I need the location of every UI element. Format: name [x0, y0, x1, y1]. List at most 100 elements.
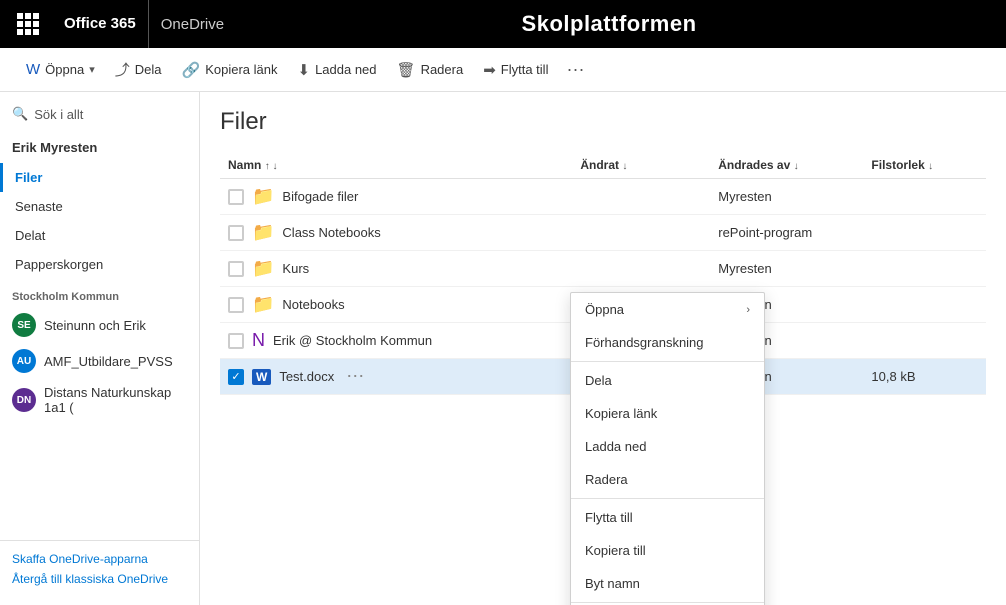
submenu-arrow-icon: ›	[746, 304, 750, 316]
ctx-item-label: Öppna	[585, 302, 624, 317]
ctx-item-label: Byt namn	[585, 576, 640, 591]
table-row[interactable]: 📁 Bifogade filer Myresten	[220, 179, 986, 215]
folder-icon: 📁	[252, 258, 274, 279]
sidebar-user: Erik Myresten	[0, 136, 199, 163]
copy-link-label: Kopiera länk	[205, 62, 277, 77]
row-checkbox[interactable]	[228, 189, 244, 205]
sidebar-item-papperskorgen[interactable]: Papperskorgen	[0, 250, 199, 279]
sidebar-item-senaste[interactable]: Senaste	[0, 192, 199, 221]
app-launcher-button[interactable]	[12, 8, 44, 40]
file-changed-cell	[572, 215, 710, 251]
file-name-label: Bifogade filer	[282, 189, 358, 204]
move-to-label: Flytta till	[501, 62, 549, 77]
col-name[interactable]: Namn ↑ ↓	[220, 152, 572, 179]
sidebar-group-label-0: Steinunn och Erik	[44, 318, 146, 333]
delete-button[interactable]: 🗑 Radera	[387, 57, 474, 83]
context-menu-divider	[571, 361, 764, 362]
context-menu-item-flytta-till[interactable]: Flytta till	[571, 501, 764, 534]
file-name-cell: 📁 Bifogade filer	[220, 179, 572, 215]
row-checkbox[interactable]	[228, 225, 244, 241]
copy-link-button[interactable]: 🔗 Kopiera länk	[172, 57, 288, 83]
col-changed[interactable]: Ändrat ↓	[572, 152, 710, 179]
download-icon: ⬇	[297, 61, 310, 79]
context-menu-item-kopiera-till[interactable]: Kopiera till	[571, 534, 764, 567]
file-size-cell	[863, 251, 986, 287]
main-layout: 🔍 Sök i allt Erik Myresten Filer Senaste…	[0, 92, 1006, 605]
page-title: Filer	[220, 108, 986, 136]
row-more-button[interactable]: ⋯	[342, 366, 368, 387]
table-row[interactable]: 📁 Class Notebooks rePoint-program	[220, 215, 986, 251]
sidebar-item-filer[interactable]: Filer	[0, 163, 199, 192]
context-menu-item-dela[interactable]: Dela	[571, 364, 764, 397]
file-changed-by-cell: Myresten	[710, 179, 863, 215]
move-icon: ➡	[483, 61, 496, 79]
sidebar-item-delat[interactable]: Delat	[0, 221, 199, 250]
search-bar[interactable]: 🔍 Sök i allt	[0, 100, 199, 128]
sort-asc-icon: ↑ ↓	[265, 161, 278, 172]
share-button[interactable]: ⤴ Dela	[105, 55, 172, 84]
file-name-label: Class Notebooks	[282, 225, 380, 240]
delete-icon: 🗑	[397, 61, 416, 79]
file-name-cell: 📁 Class Notebooks	[220, 215, 572, 251]
col-changed-by[interactable]: Ändrades av ↓	[710, 152, 863, 179]
context-menu-item-öppna[interactable]: Öppna ›	[571, 293, 764, 326]
sidebar-group-amf[interactable]: AU AMF_Utbildare_PVSS	[0, 343, 199, 379]
col-filesize-label: Filstorlek	[871, 158, 924, 172]
table-row[interactable]: 📁 Kurs Myresten	[220, 251, 986, 287]
context-menu-item-ladda-ned[interactable]: Ladda ned	[571, 430, 764, 463]
file-name-cell: ✓ W Test.docx ⋯	[220, 359, 572, 395]
col-name-label: Namn	[228, 158, 261, 172]
open-button[interactable]: W Öppna ▾	[16, 57, 105, 82]
word-icon: W	[26, 61, 40, 78]
download-button[interactable]: ⬇ Ladda ned	[287, 57, 386, 83]
avatar-amf: AU	[12, 349, 36, 373]
row-checkbox[interactable]	[228, 261, 244, 277]
context-menu-item-byt-namn[interactable]: Byt namn	[571, 567, 764, 600]
file-changed-cell	[572, 251, 710, 287]
sort-filesize-icon: ↓	[928, 161, 933, 172]
sort-changed-icon: ↓	[622, 161, 627, 172]
avatar-distans: DN	[12, 388, 36, 412]
file-size-cell	[863, 323, 986, 359]
ctx-item-label: Radera	[585, 472, 628, 487]
ctx-item-label: Kopiera länk	[585, 406, 657, 421]
get-apps-link[interactable]: Skaffa OneDrive-apparna	[12, 549, 187, 569]
site-title: Skolplattformen	[224, 11, 994, 37]
table-header-row: Namn ↑ ↓ Ändrat ↓ Ändrades av ↓ Filstorl…	[220, 152, 986, 179]
file-size-cell	[863, 215, 986, 251]
classic-view-link[interactable]: Återgå till klassiska OneDrive	[12, 569, 187, 589]
col-filesize[interactable]: Filstorlek ↓	[863, 152, 986, 179]
sidebar-group-steinunn[interactable]: SE Steinunn och Erik	[0, 307, 199, 343]
ctx-item-label: Förhandsgranskning	[585, 335, 704, 350]
office365-link[interactable]: Office 365	[52, 0, 149, 48]
word-icon: W	[252, 369, 271, 385]
context-menu-item-förhandsgranskning[interactable]: Förhandsgranskning	[571, 326, 764, 359]
folder-icon: 📁	[252, 186, 274, 207]
file-changed-cell	[572, 179, 710, 215]
file-name-label: Notebooks	[282, 297, 344, 312]
delete-label: Radera	[421, 62, 464, 77]
context-menu-item-kopiera-länk[interactable]: Kopiera länk	[571, 397, 764, 430]
grid-icon	[17, 13, 39, 35]
context-menu-divider	[571, 602, 764, 603]
more-button[interactable]: ···	[558, 55, 592, 84]
folder-icon: 📁	[252, 222, 274, 243]
notebook-icon: N	[252, 330, 265, 351]
file-name-cell: 📁 Notebooks	[220, 287, 572, 323]
row-checkbox[interactable]	[228, 333, 244, 349]
file-name-cell: N Erik @ Stockholm Kommun	[220, 323, 572, 359]
search-placeholder: Sök i allt	[34, 107, 83, 122]
avatar-steinunn: SE	[12, 313, 36, 337]
move-to-button[interactable]: ➡ Flytta till	[473, 57, 558, 83]
row-checkbox[interactable]: ✓	[228, 369, 244, 385]
open-label: Öppna	[45, 62, 84, 77]
file-size-cell	[863, 287, 986, 323]
file-changed-by-cell: rePoint-program	[710, 215, 863, 251]
context-menu-item-radera[interactable]: Radera	[571, 463, 764, 496]
ctx-item-label: Flytta till	[585, 510, 633, 525]
onedrive-link[interactable]: OneDrive	[161, 16, 224, 33]
sidebar-group-label-2: Distans Naturkunskap 1a1 (	[44, 385, 187, 415]
row-checkbox[interactable]	[228, 297, 244, 313]
sidebar-bottom: Skaffa OneDrive-apparna Återgå till klas…	[0, 540, 199, 597]
sidebar-group-distans[interactable]: DN Distans Naturkunskap 1a1 (	[0, 379, 199, 421]
